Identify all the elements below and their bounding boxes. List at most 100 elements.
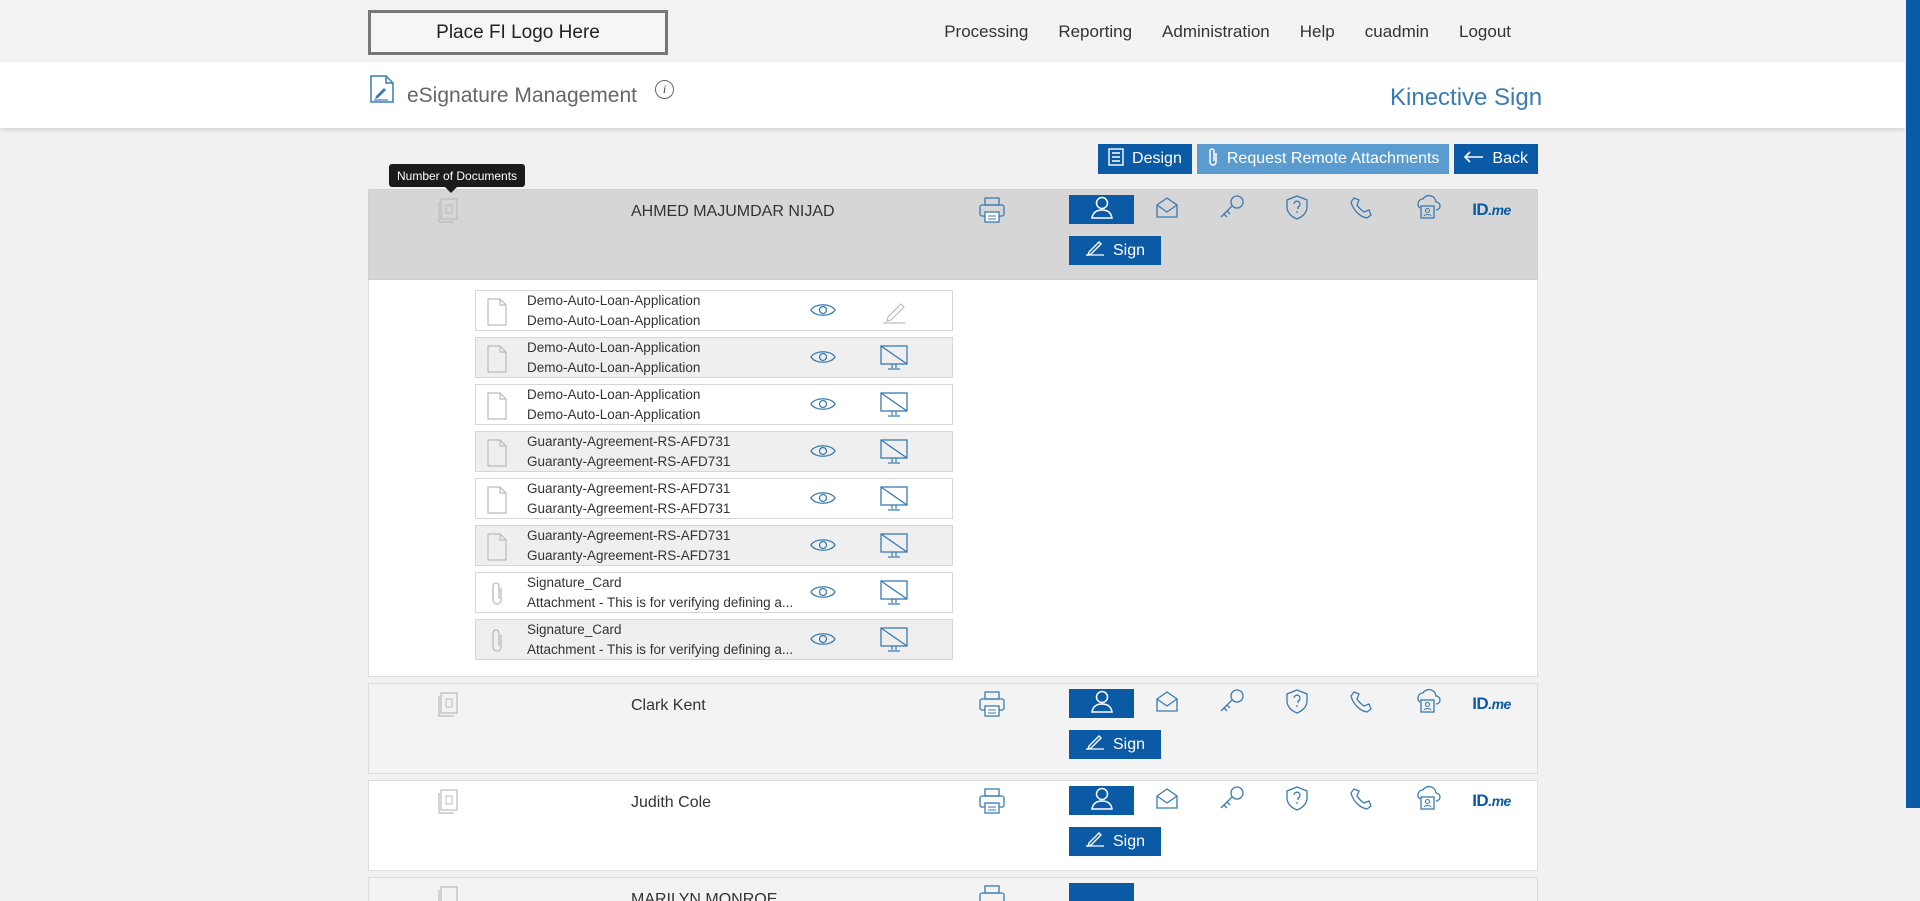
nav-logout[interactable]: Logout bbox=[1459, 22, 1511, 42]
page-header: eSignature Management i Kinective Sign bbox=[0, 62, 1905, 128]
request-remote-attachments-button[interactable]: Request Remote Attachments bbox=[1196, 144, 1450, 174]
documents-panel: Demo-Auto-Loan-Application Demo-Auto-Loa… bbox=[368, 280, 1538, 677]
esign-document-icon bbox=[369, 74, 395, 109]
cloud-id-method[interactable] bbox=[1394, 688, 1459, 719]
phone-method[interactable] bbox=[1329, 786, 1394, 815]
sign-button-label: Sign bbox=[1112, 832, 1146, 850]
security-question-method[interactable] bbox=[1264, 689, 1329, 718]
auth-methods: ID .me bbox=[1069, 785, 1524, 815]
documents-count-icon[interactable] bbox=[437, 789, 459, 820]
recipient-row[interactable]: Clark Kent ID .me Sign bbox=[368, 683, 1538, 774]
key-method[interactable] bbox=[1199, 689, 1264, 718]
eye-icon[interactable] bbox=[810, 302, 836, 323]
document-description: Demo-Auto-Loan-Application bbox=[527, 313, 701, 328]
auth-methods: ID .me bbox=[1069, 194, 1524, 225]
nav-administration[interactable]: Administration bbox=[1162, 22, 1270, 42]
auth-methods bbox=[1069, 883, 1134, 901]
printer-icon[interactable] bbox=[978, 885, 1006, 901]
recipient-row[interactable]: Judith Cole ID .me Sign bbox=[368, 780, 1538, 871]
paperclip-icon bbox=[486, 580, 508, 613]
back-button-label: Back bbox=[1492, 150, 1528, 167]
shield-question-icon bbox=[1283, 688, 1311, 719]
info-icon[interactable]: i bbox=[655, 80, 674, 99]
pen-icon bbox=[879, 297, 909, 330]
document-row: Demo-Auto-Loan-Application Demo-Auto-Loa… bbox=[475, 290, 953, 331]
nav-processing[interactable]: Processing bbox=[944, 22, 1028, 42]
phone-icon bbox=[1348, 194, 1376, 225]
document-row: Guaranty-Agreement-RS-AFD731 Guaranty-Ag… bbox=[475, 478, 953, 519]
idme-method[interactable]: ID .me bbox=[1459, 786, 1524, 815]
scrollbar-thumb[interactable] bbox=[1906, 0, 1920, 808]
phone-method[interactable] bbox=[1329, 689, 1394, 718]
cloud-person-icon bbox=[1413, 194, 1441, 225]
in-person-method[interactable] bbox=[1069, 786, 1134, 815]
document-description: Demo-Auto-Loan-Application bbox=[527, 407, 701, 422]
phone-method[interactable] bbox=[1329, 195, 1394, 224]
sign-button[interactable]: Sign bbox=[1069, 236, 1161, 265]
documents-count-icon[interactable] bbox=[437, 886, 459, 901]
idme-method[interactable]: ID .me bbox=[1459, 689, 1524, 718]
phone-icon bbox=[1348, 785, 1376, 816]
brand-title: Kinective Sign bbox=[1390, 84, 1543, 111]
eye-icon[interactable] bbox=[810, 490, 836, 511]
idme-me-text: .me bbox=[1488, 792, 1511, 809]
eye-icon[interactable] bbox=[810, 537, 836, 558]
recipient-name: Clark Kent bbox=[631, 697, 706, 714]
in-person-method[interactable] bbox=[1069, 689, 1134, 718]
document-description: Attachment - This is for verifying defin… bbox=[527, 595, 794, 610]
file-icon bbox=[486, 345, 508, 378]
printer-icon[interactable] bbox=[978, 788, 1006, 819]
recipient-name: MARILYN MONROE bbox=[631, 891, 778, 901]
recipient-row[interactable]: MARILYN MONROE bbox=[368, 877, 1538, 901]
person-icon bbox=[1090, 689, 1114, 718]
document-row: Signature_Card Attachment - This is for … bbox=[475, 572, 953, 613]
document-name: Demo-Auto-Loan-Application bbox=[527, 340, 701, 355]
idme-me-text: .me bbox=[1488, 201, 1511, 218]
cloud-person-icon bbox=[1413, 688, 1441, 719]
idme-method[interactable]: ID .me bbox=[1459, 195, 1524, 224]
key-method[interactable] bbox=[1199, 195, 1264, 224]
recipient-name: Judith Cole bbox=[631, 794, 712, 811]
eye-icon[interactable] bbox=[810, 443, 836, 464]
document-description: Attachment - This is for verifying defin… bbox=[527, 642, 794, 657]
design-button-label: Design bbox=[1132, 150, 1182, 167]
printer-icon[interactable] bbox=[978, 197, 1006, 228]
idme-id-text: ID bbox=[1472, 199, 1489, 219]
idme-me-text: .me bbox=[1488, 695, 1511, 712]
design-button[interactable]: Design bbox=[1098, 144, 1192, 174]
eye-icon[interactable] bbox=[810, 396, 836, 417]
list-icon bbox=[1108, 147, 1124, 171]
in-person-method[interactable] bbox=[1069, 883, 1134, 901]
in-person-method[interactable] bbox=[1069, 195, 1134, 224]
document-description: Guaranty-Agreement-RS-AFD731 bbox=[527, 454, 731, 469]
sign-button[interactable]: Sign bbox=[1069, 827, 1161, 856]
cloud-id-method[interactable] bbox=[1394, 194, 1459, 225]
monitor-icon bbox=[879, 626, 909, 659]
recipient-row[interactable]: AHMED MAJUMDAR NIJAD ID .me Sign bbox=[368, 189, 1538, 280]
security-question-method[interactable] bbox=[1264, 786, 1329, 815]
printer-icon[interactable] bbox=[978, 691, 1006, 722]
eye-icon[interactable] bbox=[810, 349, 836, 370]
email-method[interactable] bbox=[1134, 786, 1199, 815]
sign-button[interactable]: Sign bbox=[1069, 730, 1161, 759]
arrow-left-icon bbox=[1464, 150, 1484, 168]
nav-reporting[interactable]: Reporting bbox=[1058, 22, 1132, 42]
documents-count-icon[interactable] bbox=[437, 692, 459, 723]
eye-icon[interactable] bbox=[810, 584, 836, 605]
security-question-method[interactable] bbox=[1264, 195, 1329, 224]
nav-help[interactable]: Help bbox=[1300, 22, 1335, 42]
document-name: Guaranty-Agreement-RS-AFD731 bbox=[527, 434, 731, 449]
document-name: Demo-Auto-Loan-Application bbox=[527, 387, 701, 402]
back-button[interactable]: Back bbox=[1454, 144, 1538, 174]
file-icon bbox=[486, 392, 508, 425]
documents-count-icon[interactable] bbox=[437, 198, 459, 229]
email-method[interactable] bbox=[1134, 195, 1199, 224]
file-icon bbox=[486, 486, 508, 519]
paperclip-icon bbox=[1207, 147, 1219, 172]
key-method[interactable] bbox=[1199, 786, 1264, 815]
top-nav: Processing Reporting Administration Help… bbox=[944, 22, 1511, 42]
email-method[interactable] bbox=[1134, 689, 1199, 718]
nav-user[interactable]: cuadmin bbox=[1365, 22, 1429, 42]
eye-icon[interactable] bbox=[810, 631, 836, 652]
cloud-id-method[interactable] bbox=[1394, 785, 1459, 815]
